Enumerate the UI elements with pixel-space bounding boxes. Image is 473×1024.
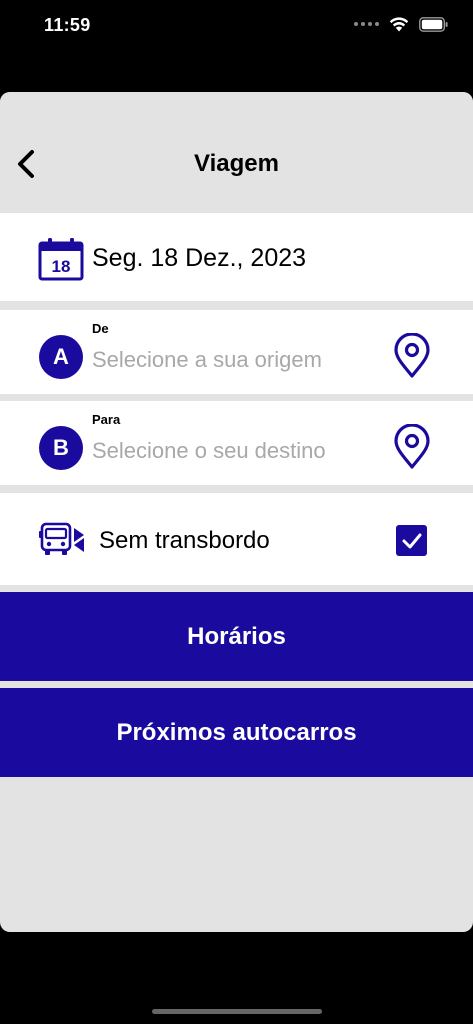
destination-badge: B xyxy=(39,426,83,470)
destination-row[interactable]: B Para xyxy=(0,401,473,485)
no-transfer-row[interactable]: Sem transbordo xyxy=(0,493,473,585)
next-buses-button[interactable]: Próximos autocarros xyxy=(0,688,473,777)
wifi-icon xyxy=(389,17,409,32)
destination-label: Para xyxy=(92,412,121,427)
origin-badge: A xyxy=(39,335,83,379)
date-selector[interactable]: 18 Seg. 18 Dez., 2023 xyxy=(0,213,473,301)
calendar-day-number: 18 xyxy=(52,257,71,276)
trip-sheet: Viagem 18 Seg. 18 Dez., 2023 A De B Para xyxy=(0,92,473,932)
destination-input[interactable] xyxy=(92,434,382,468)
status-icons xyxy=(354,16,449,32)
battery-icon xyxy=(419,16,448,32)
page-title: Viagem xyxy=(194,150,279,177)
no-transfer-label: Sem transbordo xyxy=(99,527,270,554)
bus-transfer-icon xyxy=(39,522,84,555)
cellular-signal-icon xyxy=(354,22,379,26)
calendar-icon: 18 xyxy=(38,238,84,281)
nav-header: Viagem xyxy=(0,92,473,212)
map-pin-icon xyxy=(394,333,430,378)
home-indicator[interactable] xyxy=(152,1009,322,1014)
destination-map-pin-button[interactable] xyxy=(391,424,433,470)
origin-row[interactable]: A De xyxy=(0,310,473,394)
status-time: 11:59 xyxy=(44,15,91,35)
origin-label: De xyxy=(92,321,109,336)
schedules-button[interactable]: Horários xyxy=(0,592,473,681)
origin-input[interactable] xyxy=(92,343,382,377)
origin-map-pin-button[interactable] xyxy=(391,333,433,379)
no-transfer-checkbox[interactable] xyxy=(396,525,427,556)
map-pin-icon xyxy=(394,424,430,469)
status-bar: 11:59 xyxy=(0,0,473,52)
date-text: Seg. 18 Dez., 2023 xyxy=(92,244,307,272)
checkmark-icon xyxy=(402,533,421,548)
